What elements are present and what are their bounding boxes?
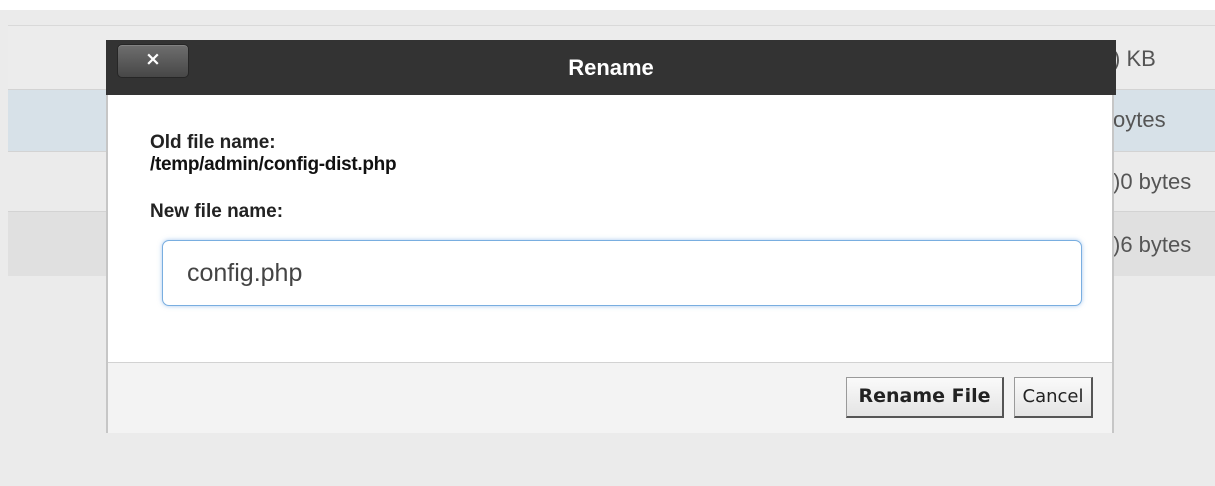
page-top-strip: [0, 0, 1215, 10]
new-file-name-label: New file name:: [150, 201, 284, 222]
dialog-footer: Rename File Cancel: [108, 362, 1112, 433]
rename-file-button[interactable]: Rename File: [846, 377, 1004, 418]
old-file-name-label: Old file name:: [150, 132, 276, 153]
cancel-button[interactable]: Cancel: [1014, 377, 1093, 418]
new-file-name-input[interactable]: [162, 240, 1082, 306]
old-file-name-value: /temp/admin/config-dist.php: [150, 154, 397, 175]
file-size: ) KB: [1113, 46, 1156, 71]
dialog-header: × Rename: [106, 40, 1116, 95]
file-size: )0 bytes: [1113, 169, 1192, 194]
dialog-title: Rename: [568, 55, 654, 80]
file-size: )6 bytes: [1113, 232, 1192, 257]
dialog-body: Old file name: /temp/admin/config-dist.p…: [108, 95, 1112, 362]
rename-dialog: × Rename Old file name: /temp/admin/conf…: [106, 40, 1116, 433]
file-size: oytes: [1113, 107, 1166, 132]
